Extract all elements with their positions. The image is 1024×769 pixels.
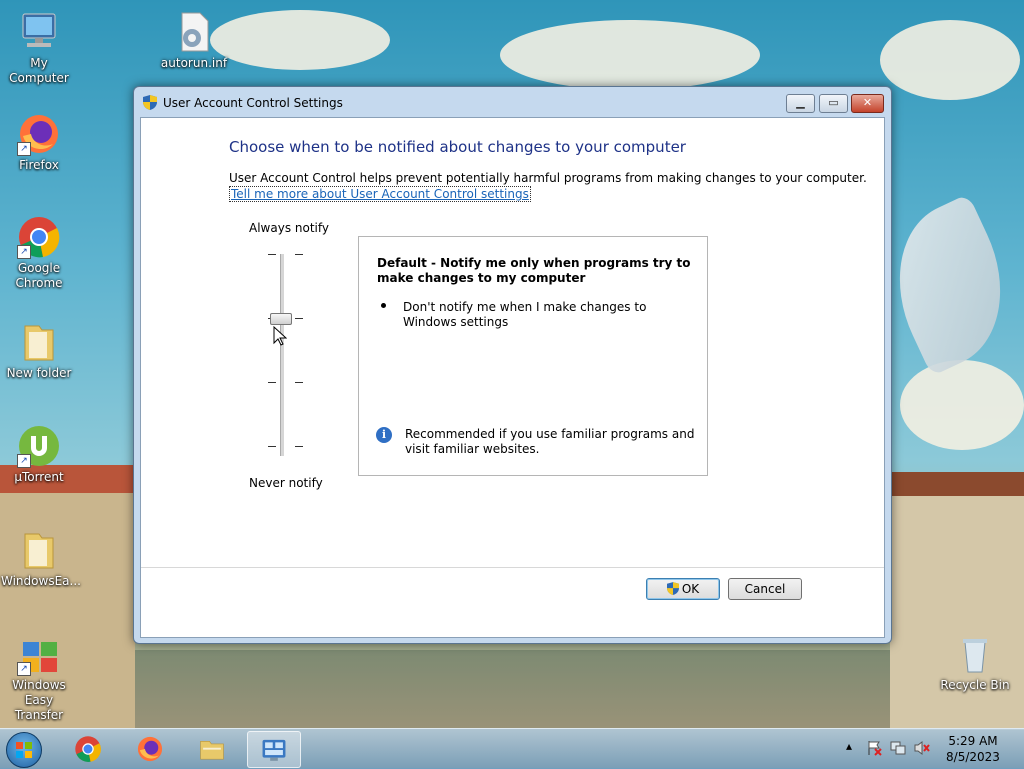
slider-top-label: Always notify [249, 221, 329, 235]
easy-transfer-icon: ↗ [17, 632, 61, 676]
mouse-cursor-icon [273, 326, 287, 346]
cloud [880, 20, 1020, 100]
cloud [210, 10, 390, 70]
title-bar[interactable]: User Account Control Settings ▁ ▭ ✕ [134, 87, 891, 117]
desktop-icon-easy-transfer[interactable]: ↗ Windows Easy Transfer [1, 632, 77, 723]
firefox-icon: ↗ [17, 112, 61, 156]
slider-bottom-label: Never notify [249, 476, 323, 490]
close-button[interactable]: ✕ [851, 94, 884, 113]
desktop-icon-label: Google Chrome [15, 261, 63, 290]
taskbar-chrome[interactable] [62, 731, 114, 766]
desktop-icon-chrome[interactable]: ↗ Google Chrome [1, 215, 77, 291]
show-hidden-icons-button[interactable]: ▴ [846, 739, 852, 753]
desktop-icon-label: Windows Easy Transfer [12, 678, 66, 722]
cancel-button[interactable]: Cancel [728, 578, 802, 600]
windows-logo-icon [16, 742, 32, 758]
maximize-icon: ▭ [828, 96, 839, 109]
ok-button-label: OK [681, 582, 700, 596]
maximize-button[interactable]: ▭ [819, 94, 848, 113]
start-button[interactable] [6, 732, 42, 768]
desktop-icon-label: µTorrent [14, 470, 64, 484]
system-clock[interactable]: 5:29 AM 8/5/2023 [940, 733, 1006, 765]
folder-icon [17, 320, 61, 364]
ground [0, 650, 1024, 730]
cloud [900, 360, 1024, 450]
uac-settings-icon [262, 739, 286, 761]
desktop-icon-my-computer[interactable]: My Computer [1, 10, 77, 86]
taskbar: ▴ 5:29 AM 8/5/2023 [0, 728, 1024, 769]
recommendation-text: Recommended if you use familiar programs… [405, 427, 695, 456]
explorer-icon [200, 741, 224, 760]
desktop-icon-label: WindowsEa... [1, 574, 81, 588]
clock-date: 8/5/2023 [946, 750, 1000, 764]
uac-settings-window: User Account Control Settings ▁ ▭ ✕ Choo… [133, 86, 892, 644]
taskbar-uac-settings[interactable] [247, 731, 301, 768]
taskbar-firefox[interactable] [124, 731, 176, 766]
close-icon: ✕ [862, 96, 873, 109]
slider-tick [295, 318, 303, 319]
minimize-icon: ▁ [796, 96, 805, 109]
desktop-icon-label: Recycle Bin [940, 678, 1010, 692]
level-title: Default - Notify me only when programs t… [377, 256, 691, 285]
desktop-icon-recycle-bin[interactable]: Recycle Bin [937, 632, 1013, 693]
slider-tick [295, 446, 303, 447]
computer-icon [17, 10, 61, 54]
notification-level-slider-thumb[interactable] [270, 313, 292, 325]
network-icon[interactable] [890, 740, 906, 756]
bullet-icon [381, 303, 386, 308]
slider-tick [295, 382, 303, 383]
learn-more-link[interactable]: Tell me more about User Account Control … [229, 186, 531, 202]
level-bullet-text: Don't notify me when I make changes to W… [403, 300, 647, 329]
settings-file-icon [172, 10, 216, 54]
description-text: User Account Control helps prevent poten… [229, 171, 867, 185]
ok-button[interactable]: OK [646, 578, 720, 600]
desktop-icon-label: autorun.inf [160, 56, 228, 70]
notification-level-slider-track[interactable] [280, 254, 284, 456]
utorrent-icon: ↗ [17, 424, 61, 468]
minimize-button[interactable]: ▁ [786, 94, 815, 113]
slider-tick [268, 254, 276, 255]
uac-shield-icon [143, 95, 157, 110]
info-icon: i [376, 427, 392, 443]
house-right [877, 472, 1024, 730]
volume-muted-icon[interactable] [914, 740, 930, 756]
action-center-flag-icon[interactable] [866, 740, 882, 756]
desktop-icon-autorun[interactable]: autorun.inf [156, 10, 232, 71]
clock-time: 5:29 AM [948, 734, 998, 748]
taskbar-explorer[interactable] [186, 731, 238, 766]
cancel-button-label: Cancel [744, 582, 786, 596]
chrome-icon [75, 736, 101, 762]
desktop-icon-utorrent[interactable]: ↗ µTorrent [1, 424, 77, 485]
uac-shield-icon [666, 582, 679, 595]
desktop-icon-label: My Computer [9, 56, 69, 85]
desktop-icon-firefox[interactable]: ↗ Firefox [1, 112, 77, 173]
desktop-icon-windowseasy-folder[interactable]: WindowsEa... [1, 528, 81, 589]
firefox-icon [137, 736, 163, 762]
window-title: User Account Control Settings [163, 96, 343, 110]
desktop-icon-label: New folder [6, 366, 72, 380]
slider-tick [268, 446, 276, 447]
desktop-icon-label: Firefox [19, 158, 59, 172]
page-heading: Choose when to be notified about changes… [229, 138, 686, 156]
dialog-content: Choose when to be notified about changes… [140, 117, 885, 638]
recycle-bin-icon [953, 632, 997, 676]
footer-divider [141, 567, 884, 568]
level-description-box: Default - Notify me only when programs t… [358, 236, 708, 476]
chrome-icon: ↗ [17, 215, 61, 259]
desktop-icon-new-folder[interactable]: New folder [1, 320, 77, 381]
slider-tick [295, 254, 303, 255]
cloud [500, 20, 760, 90]
folder-icon [17, 528, 61, 572]
slider-tick [268, 382, 276, 383]
